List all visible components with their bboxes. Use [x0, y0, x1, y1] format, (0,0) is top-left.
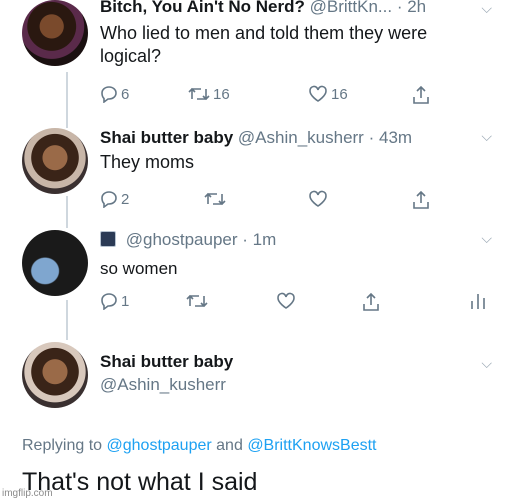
retweet-icon [188, 87, 210, 101]
avatar[interactable] [22, 0, 88, 66]
display-name[interactable]: Shai butter baby [100, 352, 233, 372]
reply-button[interactable]: 2 [100, 190, 129, 208]
profile-emoji-icon [100, 231, 116, 247]
retweet-icon [204, 192, 226, 206]
replying-and: and [216, 437, 243, 454]
retweet-button[interactable] [186, 292, 208, 310]
chevron-down-icon[interactable]: ⌵ [481, 355, 492, 372]
user-handle[interactable]: @BrittKn... [310, 0, 392, 16]
reply-icon [101, 86, 117, 103]
share-button[interactable] [362, 292, 380, 312]
timestamp[interactable]: 1m [253, 230, 277, 249]
reply-count: 6 [121, 85, 130, 103]
reply-count: 2 [121, 190, 130, 208]
heart-icon [309, 85, 327, 102]
watermark: imgflip.com [2, 488, 53, 499]
analytics-icon [471, 294, 485, 309]
user-handle[interactable]: @Ashin_kusherr [238, 128, 364, 147]
share-icon [363, 292, 379, 311]
analytics-button[interactable] [470, 292, 486, 310]
retweet-button[interactable] [204, 190, 226, 208]
chevron-down-icon[interactable]: ⌵ [481, 230, 492, 247]
timestamp[interactable]: 43m [379, 128, 412, 147]
display-name[interactable]: Shai butter baby [100, 128, 233, 147]
reply-icon [101, 293, 117, 310]
like-button[interactable] [308, 190, 328, 208]
mention-link[interactable]: @BrittKnowsBestt [247, 437, 376, 454]
chevron-down-icon[interactable]: ⌵ [481, 0, 492, 17]
reply-count: 1 [121, 292, 130, 310]
tweet-actions: 2 [100, 190, 440, 212]
share-button[interactable] [412, 85, 430, 105]
reply-icon [101, 191, 117, 208]
user-handle[interactable]: @ghostpauper [126, 230, 238, 249]
avatar[interactable] [22, 342, 88, 408]
like-button[interactable] [276, 292, 296, 310]
tweet[interactable]: Shai butter baby @Ashin_kusherr · 43m ⌵ … [0, 128, 512, 228]
tweet[interactable]: @ghostpauper · 1m ⌵ so women 1 [0, 230, 512, 335]
tweet-header: Bitch, You Ain't No Nerd? @BrittKn... · … [100, 0, 426, 17]
separator-dot: · [242, 230, 248, 249]
tweet-header: Shai butter baby @Ashin_kusherr · 43m [100, 128, 412, 148]
share-icon [413, 190, 429, 209]
avatar[interactable] [22, 128, 88, 194]
tweet-actions: 6 16 16 [100, 85, 440, 107]
replying-prefix: Replying to [22, 437, 103, 454]
replying-to: Replying to @ghostpauper and @BrittKnows… [22, 437, 376, 455]
avatar[interactable] [22, 230, 88, 296]
like-button[interactable]: 16 [308, 85, 348, 103]
tweet-text: so women [100, 259, 178, 278]
display-name[interactable]: Bitch, You Ain't No Nerd? [100, 0, 305, 16]
heart-icon [309, 190, 327, 207]
like-count: 16 [331, 85, 348, 103]
heart-icon [277, 292, 295, 309]
tweet-text: Who lied to men and told them they were … [100, 23, 428, 66]
tweet[interactable]: Shai butter baby @Ashin_kusherr ⌵ [0, 340, 512, 420]
retweet-count: 16 [213, 85, 230, 103]
timestamp[interactable]: 2h [407, 0, 426, 16]
tweet-header: @ghostpauper · 1m [100, 230, 276, 250]
reply-button[interactable]: 1 [100, 292, 129, 310]
share-icon [413, 85, 429, 104]
chevron-down-icon[interactable]: ⌵ [481, 128, 492, 145]
separator-dot: · [396, 0, 403, 16]
tweet-text: That's not what I said [22, 468, 258, 496]
user-handle[interactable]: @Ashin_kusherr [100, 375, 226, 395]
retweet-button[interactable]: 16 [188, 85, 230, 103]
reply-button[interactable]: 6 [100, 85, 129, 103]
mention-link[interactable]: @ghostpauper [107, 437, 212, 454]
retweet-icon [186, 294, 208, 308]
tweet-actions: 1 [100, 292, 500, 314]
tweet[interactable]: Bitch, You Ain't No Nerd? @BrittKn... · … [0, 0, 512, 120]
share-button[interactable] [412, 190, 430, 210]
separator-dot: · [368, 128, 375, 147]
tweet-text: They moms [100, 152, 195, 172]
